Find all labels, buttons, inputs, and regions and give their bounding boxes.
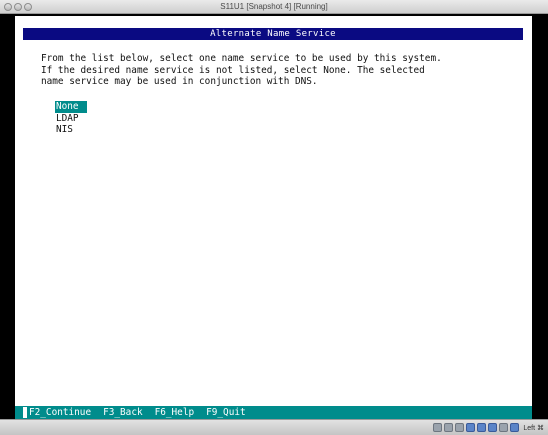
instruction-line: name service may be used in conjunction … — [41, 76, 318, 87]
option-ldap[interactable]: LDAP — [55, 113, 87, 125]
installer-panel: Alternate Name Service From the list bel… — [15, 16, 532, 419]
f3-back-key[interactable]: F3_Back — [103, 407, 143, 418]
name-service-list: None LDAP NIS — [55, 101, 87, 136]
instructions-text: From the list below, select one name ser… — [41, 53, 525, 88]
zoom-window-button[interactable] — [24, 3, 32, 11]
mouse-icon[interactable] — [510, 423, 520, 432]
floppy-icon[interactable] — [455, 423, 465, 432]
host-key-label: Left ⌘ — [523, 424, 544, 432]
f6-help-key[interactable]: F6_Help — [155, 407, 195, 418]
window-title: S11U1 [Snapshot 4] [Running] — [220, 2, 328, 11]
f9-quit-key[interactable]: F9_Quit — [206, 407, 246, 418]
screen-title: Alternate Name Service — [23, 28, 523, 40]
shared-folder-icon[interactable] — [488, 423, 498, 432]
f2-continue-key[interactable]: F2_Continue — [29, 407, 91, 418]
minimize-window-button[interactable] — [14, 3, 22, 11]
text-cursor — [23, 407, 27, 418]
vm-statusbar: Left ⌘ — [0, 419, 548, 435]
instruction-line: If the desired name service is not liste… — [41, 64, 425, 76]
network-icon[interactable] — [466, 423, 476, 432]
close-window-button[interactable] — [4, 3, 12, 11]
hdd-icon[interactable] — [433, 423, 443, 432]
display-icon[interactable] — [499, 423, 509, 432]
status-icons: Left ⌘ — [433, 423, 544, 432]
vm-screen[interactable]: Alternate Name Service From the list bel… — [0, 14, 548, 419]
function-key-bar: F2_Continue F3_Back F6_Help F9_Quit — [15, 406, 532, 419]
cd-icon[interactable] — [444, 423, 454, 432]
window-titlebar: S11U1 [Snapshot 4] [Running] — [0, 0, 548, 14]
usb-icon[interactable] — [477, 423, 487, 432]
option-none[interactable]: None — [55, 101, 87, 113]
option-nis[interactable]: NIS — [55, 124, 87, 136]
instruction-line: From the list below, select one name ser… — [41, 53, 442, 64]
